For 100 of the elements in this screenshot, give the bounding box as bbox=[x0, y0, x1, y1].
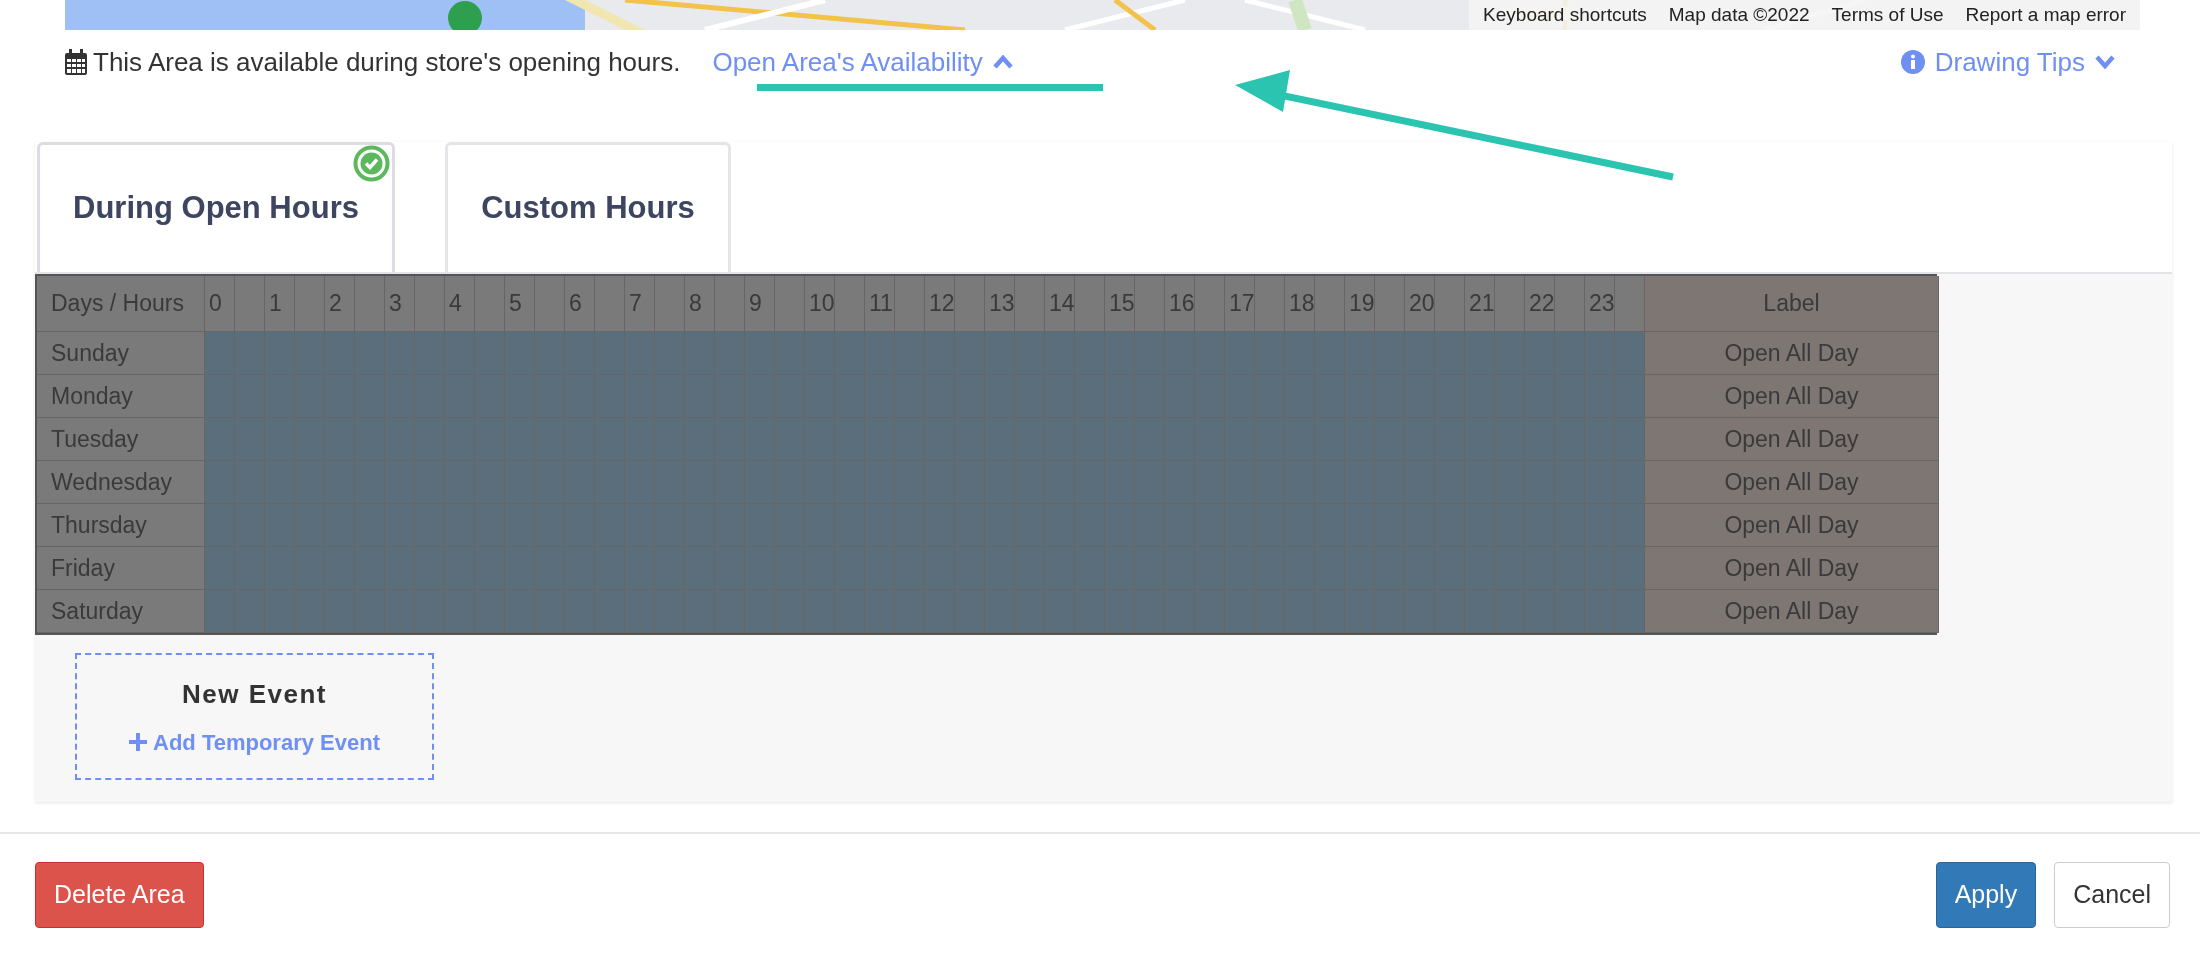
time-slot[interactable] bbox=[1495, 332, 1525, 375]
time-slot[interactable] bbox=[1165, 590, 1195, 633]
time-slot[interactable] bbox=[265, 332, 295, 375]
time-slot[interactable] bbox=[355, 590, 385, 633]
time-slot[interactable] bbox=[1345, 590, 1375, 633]
time-slot[interactable] bbox=[775, 332, 805, 375]
time-slot[interactable] bbox=[1315, 590, 1345, 633]
time-slot[interactable] bbox=[1555, 590, 1585, 633]
cancel-button[interactable]: Cancel bbox=[2054, 862, 2170, 928]
time-slot[interactable] bbox=[625, 332, 655, 375]
time-slot[interactable] bbox=[1435, 590, 1465, 633]
time-slot[interactable] bbox=[1615, 504, 1645, 547]
time-slot[interactable] bbox=[415, 332, 445, 375]
time-slot[interactable] bbox=[1615, 418, 1645, 461]
time-slot[interactable] bbox=[595, 590, 625, 633]
time-slot[interactable] bbox=[415, 590, 445, 633]
time-slot[interactable] bbox=[835, 590, 865, 633]
time-slot[interactable] bbox=[655, 590, 685, 633]
time-slot[interactable] bbox=[625, 590, 655, 633]
time-slot[interactable] bbox=[715, 590, 745, 633]
time-slot[interactable] bbox=[1405, 332, 1435, 375]
time-slot[interactable] bbox=[535, 332, 565, 375]
time-slot[interactable] bbox=[1075, 332, 1105, 375]
time-slot[interactable] bbox=[835, 332, 865, 375]
time-slot[interactable] bbox=[1615, 590, 1645, 633]
time-slot[interactable] bbox=[1465, 590, 1495, 633]
time-slot[interactable] bbox=[205, 590, 235, 633]
time-slot[interactable] bbox=[1195, 332, 1225, 375]
time-slot[interactable] bbox=[1525, 590, 1555, 633]
time-slot[interactable] bbox=[775, 590, 805, 633]
time-slot[interactable] bbox=[325, 590, 355, 633]
time-slot[interactable] bbox=[1015, 590, 1045, 633]
time-slot[interactable] bbox=[715, 332, 745, 375]
time-slot[interactable] bbox=[805, 332, 835, 375]
time-slot[interactable] bbox=[1225, 332, 1255, 375]
time-slot[interactable] bbox=[1225, 590, 1255, 633]
time-slot[interactable] bbox=[385, 332, 415, 375]
time-slot[interactable] bbox=[475, 332, 505, 375]
time-slot[interactable] bbox=[295, 590, 325, 633]
time-slot[interactable] bbox=[805, 590, 835, 633]
apply-button[interactable]: Apply bbox=[1935, 862, 2037, 928]
time-slot[interactable] bbox=[1465, 332, 1495, 375]
time-slot[interactable] bbox=[1525, 332, 1555, 375]
time-slot[interactable] bbox=[925, 590, 955, 633]
time-slot[interactable] bbox=[895, 590, 925, 633]
tab[interactable]: Custom Hours bbox=[445, 142, 731, 272]
time-slot[interactable] bbox=[1615, 461, 1645, 504]
time-slot[interactable] bbox=[745, 332, 775, 375]
time-slot[interactable] bbox=[1195, 590, 1225, 633]
time-slot[interactable] bbox=[1285, 332, 1315, 375]
time-slot[interactable] bbox=[685, 590, 715, 633]
time-slot[interactable] bbox=[1255, 332, 1285, 375]
time-slot[interactable] bbox=[895, 332, 925, 375]
time-slot[interactable] bbox=[865, 590, 895, 633]
time-slot[interactable] bbox=[865, 332, 895, 375]
time-slot[interactable] bbox=[505, 332, 535, 375]
time-slot[interactable] bbox=[1585, 590, 1615, 633]
time-slot[interactable] bbox=[1615, 375, 1645, 418]
time-slot[interactable] bbox=[685, 332, 715, 375]
time-slot[interactable] bbox=[385, 590, 415, 633]
time-slot[interactable] bbox=[1105, 332, 1135, 375]
time-slot[interactable] bbox=[265, 590, 295, 633]
time-slot[interactable] bbox=[1375, 332, 1405, 375]
time-slot[interactable] bbox=[1135, 332, 1165, 375]
time-slot[interactable] bbox=[565, 332, 595, 375]
time-slot[interactable] bbox=[235, 332, 265, 375]
time-slot[interactable] bbox=[1585, 332, 1615, 375]
time-slot[interactable] bbox=[1555, 332, 1585, 375]
time-slot[interactable] bbox=[1075, 590, 1105, 633]
time-slot[interactable] bbox=[205, 418, 235, 461]
time-slot[interactable] bbox=[1345, 332, 1375, 375]
time-slot[interactable] bbox=[205, 375, 235, 418]
time-slot[interactable] bbox=[445, 332, 475, 375]
time-slot[interactable] bbox=[325, 332, 355, 375]
time-slot[interactable] bbox=[475, 590, 505, 633]
time-slot[interactable] bbox=[1315, 332, 1345, 375]
time-slot[interactable] bbox=[955, 590, 985, 633]
time-slot[interactable] bbox=[1165, 332, 1195, 375]
time-slot[interactable] bbox=[1045, 590, 1075, 633]
map-attribution-link[interactable]: Map data ©2022 bbox=[1668, 0, 1810, 30]
time-slot[interactable] bbox=[205, 332, 235, 375]
time-slot[interactable] bbox=[1615, 332, 1645, 375]
time-slot[interactable] bbox=[205, 547, 235, 590]
time-slot[interactable] bbox=[1435, 332, 1465, 375]
time-slot[interactable] bbox=[235, 590, 265, 633]
time-slot[interactable] bbox=[295, 332, 325, 375]
time-slot[interactable] bbox=[355, 332, 385, 375]
time-slot[interactable] bbox=[1285, 590, 1315, 633]
map-attribution-link[interactable]: Terms of Use bbox=[1831, 0, 1944, 30]
delete-button[interactable]: Delete Area bbox=[35, 862, 204, 928]
time-slot[interactable] bbox=[985, 590, 1015, 633]
time-slot[interactable] bbox=[1615, 547, 1645, 590]
map-attribution-link[interactable]: Report a map error bbox=[1965, 0, 2126, 30]
time-slot[interactable] bbox=[925, 332, 955, 375]
time-slot[interactable] bbox=[1375, 590, 1405, 633]
time-slot[interactable] bbox=[445, 590, 475, 633]
time-slot[interactable] bbox=[1255, 590, 1285, 633]
time-slot[interactable] bbox=[985, 332, 1015, 375]
time-slot[interactable] bbox=[1135, 590, 1165, 633]
time-slot[interactable] bbox=[745, 590, 775, 633]
